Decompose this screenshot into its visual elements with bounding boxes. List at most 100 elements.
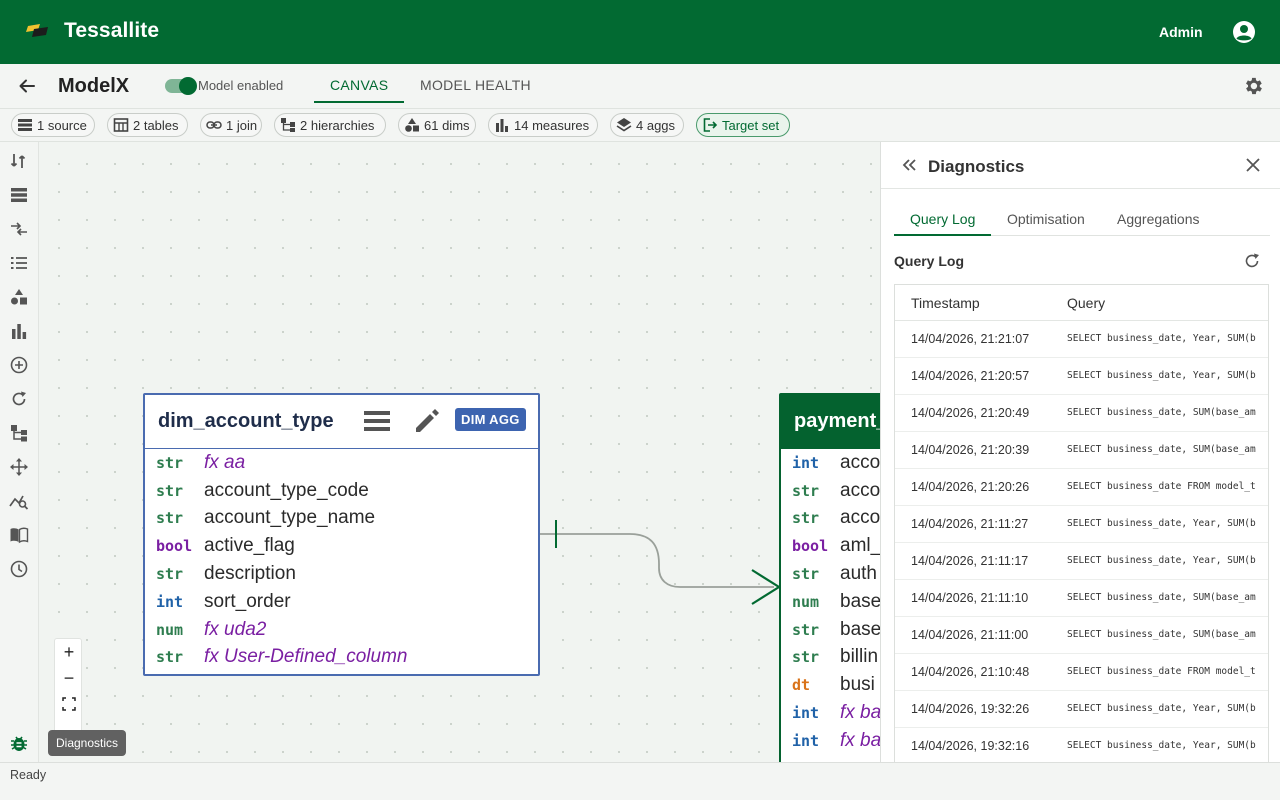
column-header-query: Query <box>1067 295 1106 311</box>
chip-tables[interactable]: 2 tables <box>107 113 188 137</box>
query-log-row[interactable]: 14/04/2026, 21:20:26 SELECT business_date… <box>895 469 1268 506</box>
model-enabled-toggle[interactable] <box>165 77 197 95</box>
measures-icon[interactable] <box>9 321 29 341</box>
column-row[interactable]: str billin <box>781 644 880 672</box>
query-timestamp: 14/04/2026, 21:21:07 <box>911 332 1030 346</box>
query-log-row[interactable]: 14/04/2026, 21:11:27 SELECT business_date… <box>895 506 1268 543</box>
tab-query-log[interactable]: Query Log <box>910 211 975 227</box>
active-tab-indicator <box>314 101 404 103</box>
query-log-row[interactable]: 14/04/2026, 21:20:57 SELECT business_date… <box>895 358 1268 395</box>
chip-target[interactable]: Target set <box>696 113 790 137</box>
query-log-row[interactable]: 14/04/2026, 21:10:48 SELECT business_date… <box>895 654 1268 691</box>
query-timestamp: 14/04/2026, 19:32:26 <box>911 702 1030 716</box>
column-row[interactable]: bool active_flag <box>145 532 538 560</box>
column-row[interactable]: str auth <box>781 560 880 588</box>
account-circle-icon[interactable] <box>1232 20 1256 44</box>
arrow-back-icon[interactable] <box>17 76 37 96</box>
tab-aggregations[interactable]: Aggregations <box>1117 211 1200 227</box>
column-type: str <box>792 509 820 528</box>
dim-table-card[interactable]: dim_account_type DIM AGG str fx aa str acco… <box>143 393 540 676</box>
column-row[interactable]: str fx User-Defined_column <box>145 644 538 672</box>
tab-optimisation[interactable]: Optimisation <box>1007 211 1085 227</box>
source-connect-icon[interactable] <box>9 151 29 171</box>
column-row[interactable]: str description <box>145 560 538 588</box>
column-row[interactable]: str fx aa <box>145 449 538 477</box>
column-row[interactable]: str base <box>781 616 880 644</box>
gear-icon[interactable] <box>1242 75 1264 97</box>
column-row[interactable]: str account_type_name <box>145 505 538 533</box>
column-row[interactable]: int acco <box>781 449 880 477</box>
zoom-out-button[interactable]: − <box>59 668 79 688</box>
column-row[interactable]: dt busi <box>781 671 880 699</box>
column-type: str <box>156 481 184 500</box>
fit-view-icon[interactable] <box>62 697 76 711</box>
model-enabled-label: Model enabled <box>198 78 284 93</box>
query-text: SELECT business_date, Year, SUM(b <box>1067 518 1256 529</box>
double-chevron-left-icon[interactable] <box>900 156 918 174</box>
query-log-row[interactable]: 14/04/2026, 19:32:26 SELECT business_date… <box>895 691 1268 728</box>
query-timestamp: 14/04/2026, 21:20:49 <box>911 406 1030 420</box>
column-name: fx uda2 <box>204 618 267 640</box>
column-row[interactable]: int fx ba <box>781 727 880 755</box>
column-type: bool <box>792 537 829 556</box>
column-row[interactable]: num fx uda2 <box>145 616 538 644</box>
chip-joins[interactable]: 1 join <box>200 113 262 137</box>
query-log-row[interactable]: 14/04/2026, 21:21:07 SELECT business_date… <box>895 321 1268 358</box>
column-name: account_type_code <box>204 479 369 501</box>
column-row[interactable]: str acco <box>781 505 880 533</box>
query-log-row[interactable]: 14/04/2026, 21:20:39 SELECT business_date… <box>895 432 1268 469</box>
chip-label: 61 dims <box>424 117 470 133</box>
query-log-row[interactable]: 14/04/2026, 19:32:16 SELECT business_date… <box>895 728 1268 762</box>
column-name: description <box>204 563 296 585</box>
add-circle-icon[interactable] <box>9 355 29 375</box>
chip-aggs[interactable]: 4 aggs <box>610 113 684 137</box>
table-icon <box>113 118 129 132</box>
section-title: Query Log <box>894 253 965 269</box>
edit-pencil-icon[interactable] <box>412 406 442 436</box>
column-type: num <box>156 620 184 639</box>
query-log-row[interactable]: 14/04/2026, 21:11:00 SELECT business_date… <box>895 617 1268 654</box>
close-icon[interactable] <box>1243 155 1263 175</box>
join-icon[interactable] <box>9 219 29 239</box>
chip-dims[interactable]: 61 dims <box>398 113 476 137</box>
column-row[interactable]: int sort_order <box>145 588 538 616</box>
bug-icon[interactable] <box>9 733 29 753</box>
column-row[interactable]: bool aml_ <box>781 532 880 560</box>
move-arrows-icon[interactable] <box>9 457 29 477</box>
hierarchy-icon[interactable] <box>9 423 29 443</box>
query-log-row[interactable]: 14/04/2026, 21:11:10 SELECT business_date… <box>895 580 1268 617</box>
bar-chart-icon <box>496 119 508 132</box>
column-row[interactable]: str account_type_code <box>145 477 538 505</box>
column-row[interactable]: str acco <box>781 477 880 505</box>
chip-measures[interactable]: 14 measures <box>488 113 598 137</box>
dimensions-icon[interactable] <box>9 287 29 307</box>
query-insights-icon[interactable] <box>9 491 29 511</box>
tab-model-health[interactable]: MODEL HEALTH <box>420 77 531 93</box>
user-name[interactable]: Admin <box>1159 24 1203 40</box>
refresh-icon[interactable] <box>9 389 29 409</box>
tab-canvas[interactable]: CANVAS <box>330 77 388 93</box>
chip-label: 4 aggs <box>636 117 676 133</box>
fact-table-card[interactable]: payment_ int acco str acco str acco bool aml_ st… <box>779 393 880 762</box>
refresh-icon[interactable] <box>1243 252 1261 270</box>
column-row[interactable]: num base <box>781 588 880 616</box>
dim-agg-badge: DIM AGG <box>455 408 526 431</box>
chip-hierarchies[interactable]: 2 hierarchies <box>274 113 386 137</box>
column-type: dt <box>792 676 811 695</box>
numbered-list-icon[interactable] <box>9 253 29 273</box>
chip-sources[interactable]: 1 source <box>11 113 95 137</box>
book-icon[interactable] <box>9 525 29 545</box>
column-row[interactable]: int fx ba <box>781 699 880 727</box>
query-log-row[interactable]: 14/04/2026, 21:11:17 SELECT business_date… <box>895 543 1268 580</box>
table-list-icon[interactable] <box>9 185 29 205</box>
history-clock-icon[interactable] <box>9 559 29 579</box>
query-log-row[interactable]: 14/04/2026, 21:20:49 SELECT business_date… <box>895 395 1268 432</box>
model-canvas[interactable]: dim_account_type DIM AGG str fx aa str acco… <box>39 142 880 762</box>
target-icon <box>703 118 718 132</box>
status-text: Ready <box>10 768 47 782</box>
zoom-in-button[interactable]: + <box>59 642 79 662</box>
column-name: fx ba <box>840 729 880 751</box>
model-stats-bar: 1 source 2 tables 1 join 2 hierarchies 6… <box>0 109 1280 142</box>
column-type: str <box>156 565 184 584</box>
menu-icon[interactable] <box>363 407 391 435</box>
